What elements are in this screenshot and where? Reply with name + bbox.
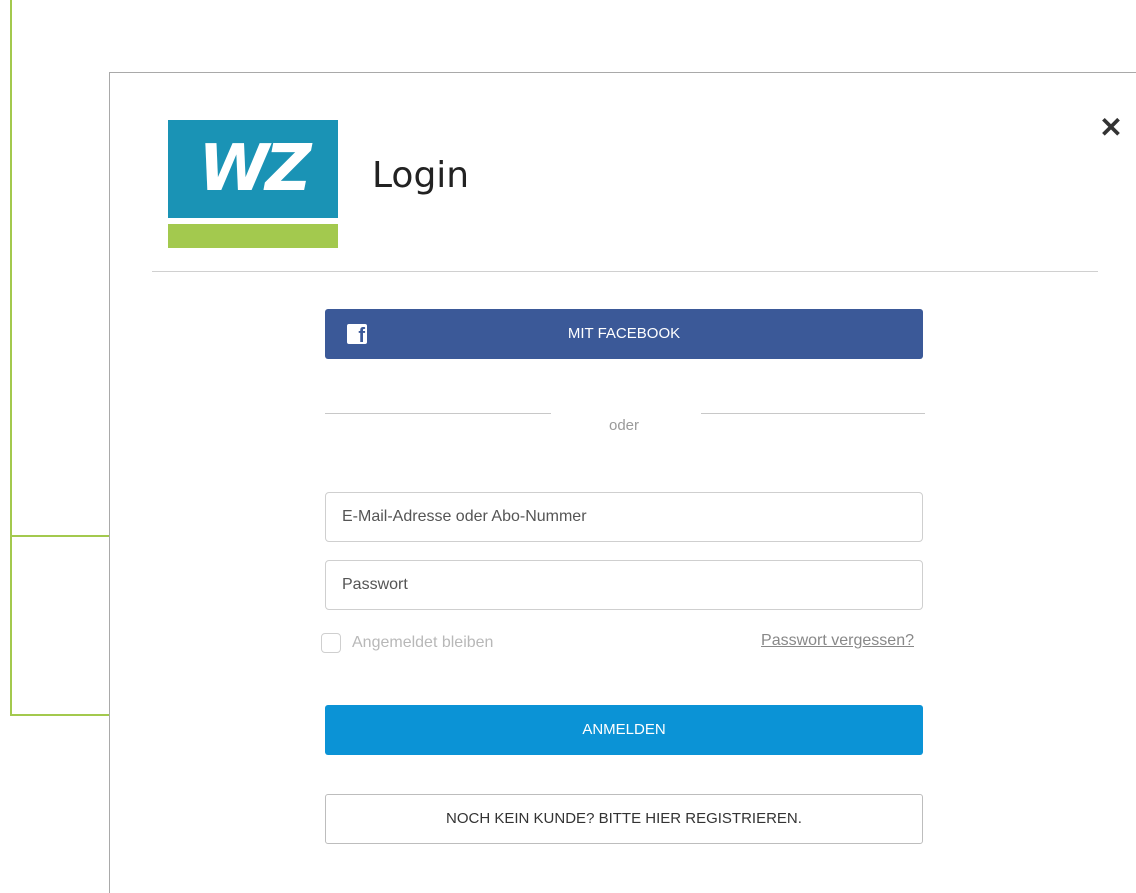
facebook-login-label: MIT FACEBOOK [567,325,681,342]
password-field[interactable] [325,560,923,610]
facebook-icon: f [347,324,367,347]
header-divider [152,271,1098,272]
wz-logo: WZ [168,120,338,248]
annotation-vertical-line [10,0,12,716]
close-icon[interactable]: ✕ [1096,113,1126,143]
register-button[interactable]: NOCH KEIN KUNDE? BITTE HIER REGISTRIEREN… [325,794,923,844]
forgot-password-link[interactable]: Passwort vergessen? [761,632,914,650]
remember-me-toggle[interactable]: Angemeldet bleiben [321,630,493,656]
or-divider-left [325,413,551,414]
logo-blue-block: WZ [168,120,338,218]
remember-me-checkbox[interactable] [321,633,341,653]
logo-text: WZ [198,132,312,206]
remember-me-label: Angemeldet bleiben [352,634,494,651]
or-divider-right [701,413,925,414]
or-label: oder [608,417,640,434]
modal-title: Login [372,155,470,196]
email-field[interactable] [325,492,923,542]
facebook-icon-glyph: f [358,325,365,347]
facebook-login-button[interactable]: f MIT FACEBOOK [325,309,923,359]
login-modal: WZ Login ✕ f MIT FACEBOOK oder Angemelde… [109,72,1136,893]
login-submit-button[interactable]: ANMELDEN [325,705,923,755]
logo-green-bar [168,224,338,248]
